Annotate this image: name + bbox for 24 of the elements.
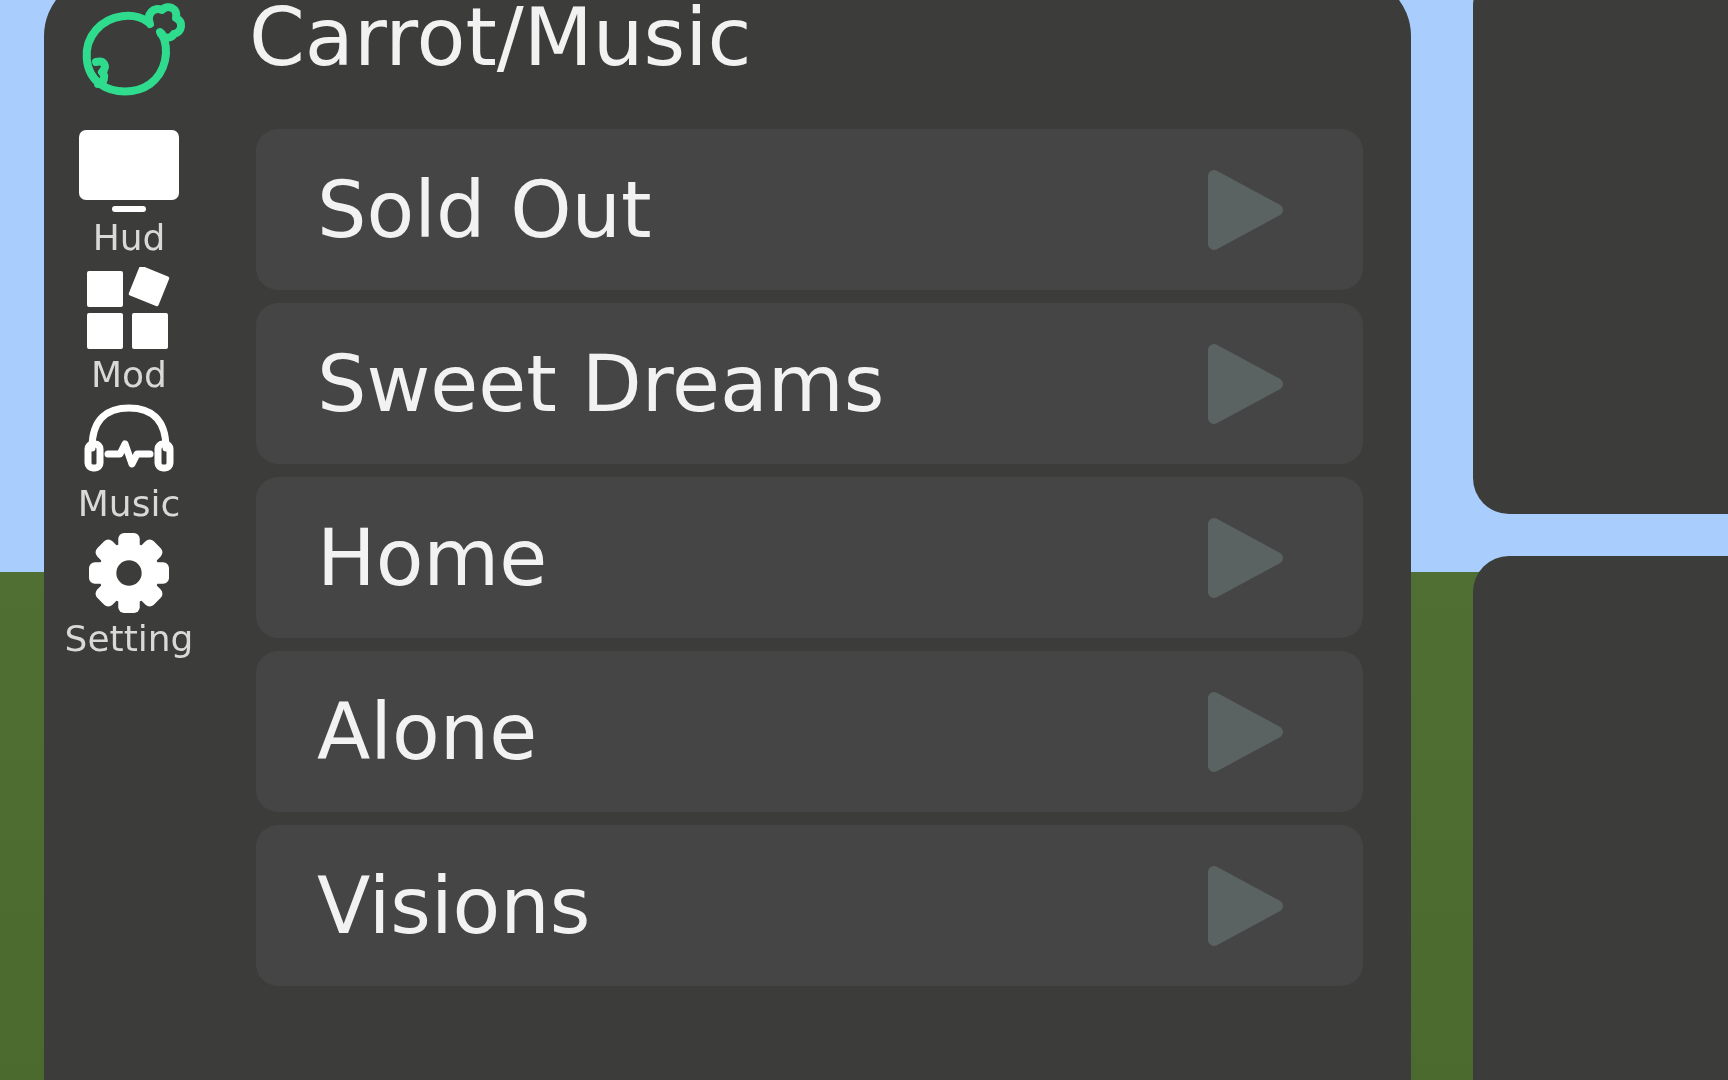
play-icon[interactable] — [1207, 864, 1284, 947]
song-title: Home — [317, 512, 548, 603]
play-icon[interactable] — [1207, 342, 1284, 425]
song-title: Visions — [317, 860, 591, 951]
play-icon[interactable] — [1207, 690, 1284, 773]
sidebar-item[interactable]: Music — [77, 404, 181, 530]
sidebar-item[interactable]: Hud — [79, 130, 179, 264]
song-title: Sweet Dreams — [317, 338, 885, 429]
sidebar-item[interactable]: Mod — [86, 267, 172, 401]
song-row[interactable]: Home — [256, 477, 1363, 638]
settings-icon — [88, 533, 170, 613]
window-title: Carrot/Music — [249, 0, 752, 76]
song-row[interactable]: Sweet Dreams — [256, 303, 1363, 464]
play-icon[interactable] — [1207, 168, 1284, 251]
song-title: Alone — [317, 686, 538, 777]
song-row[interactable]: Alone — [256, 651, 1363, 812]
blocks-icon — [86, 267, 172, 349]
sidebar-item[interactable]: Setting — [64, 533, 194, 665]
song-row[interactable]: Sold Out — [256, 129, 1363, 290]
monitor-icon — [79, 130, 179, 212]
song-row[interactable]: Visions — [256, 825, 1363, 986]
song-title: Sold Out — [317, 164, 652, 255]
headphones-icon — [82, 404, 176, 472]
play-icon[interactable] — [1207, 516, 1284, 599]
